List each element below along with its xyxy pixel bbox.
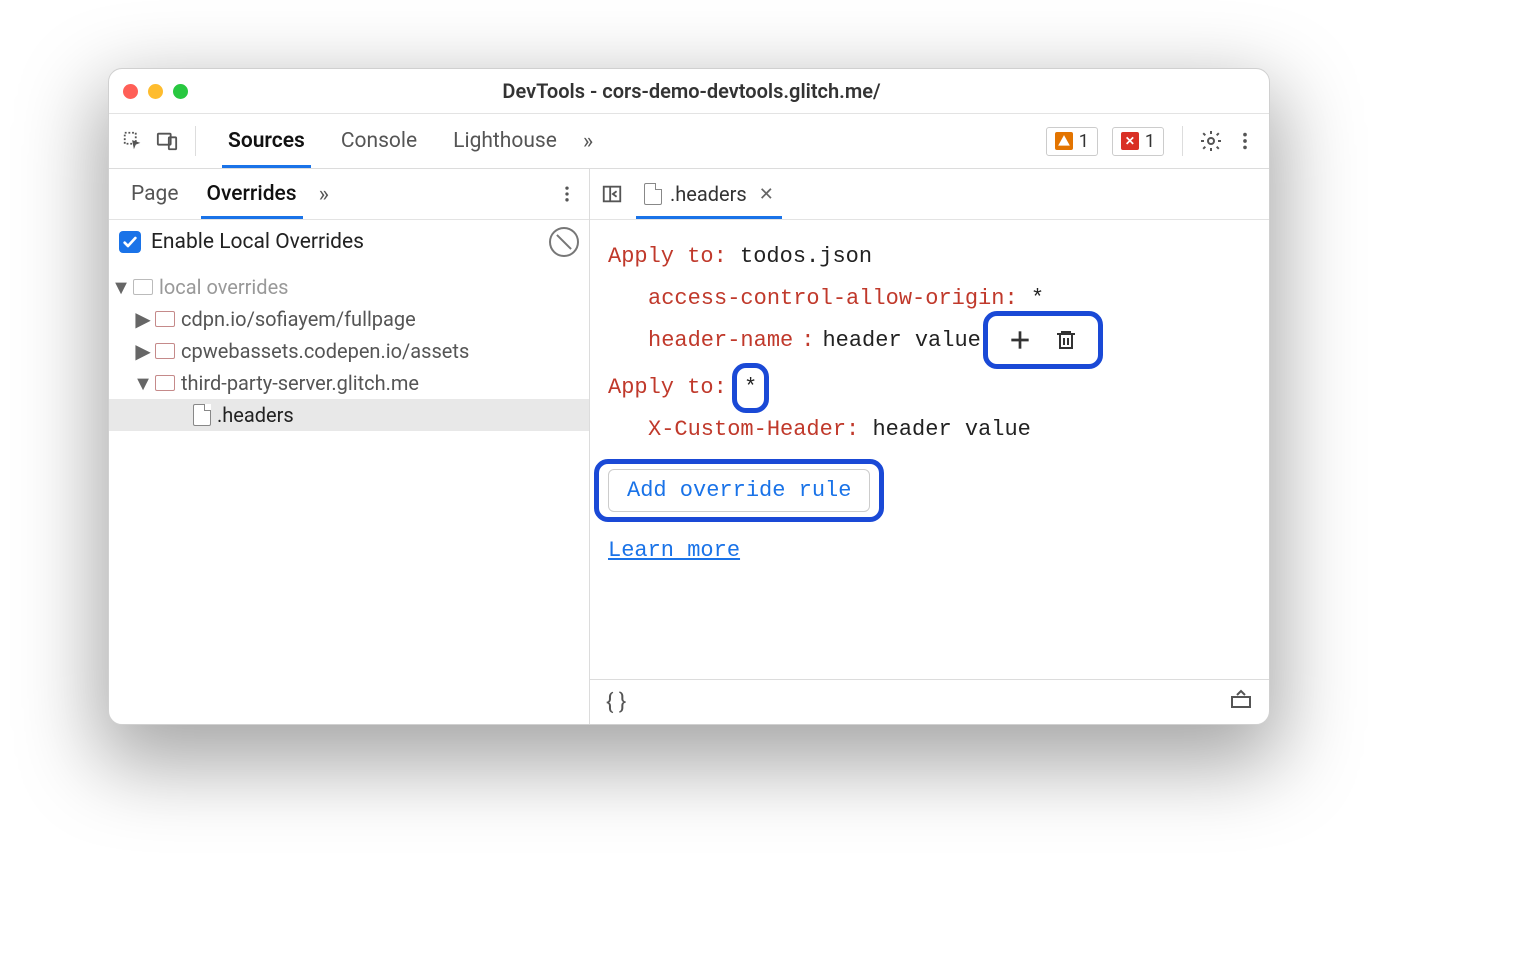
toggle-navigator-icon[interactable] [598, 180, 626, 208]
panel-tabs: Sources Console Lighthouse » [210, 114, 601, 168]
file-icon [193, 404, 211, 426]
errors-badge[interactable]: ✕ 1 [1112, 127, 1164, 156]
header-row: X-Custom-Header: header value [608, 409, 1251, 451]
enable-overrides-label: Enable Local Overrides [151, 230, 364, 254]
tree-root-label: local overrides [159, 275, 289, 299]
expand-icon: ▶ [137, 307, 149, 331]
close-window-button[interactable] [123, 84, 138, 99]
editor-tab-headers[interactable]: .headers ✕ [632, 169, 786, 219]
errors-count: 1 [1145, 131, 1155, 152]
header-row: access-control-allow-origin: * [608, 278, 1251, 320]
show-drawer-icon[interactable] [1229, 687, 1253, 717]
overrides-tree: ▼ local overrides ▶ cdpn.io/sofiayem/ful… [109, 265, 589, 724]
zoom-window-button[interactable] [173, 84, 188, 99]
inspect-element-icon[interactable] [119, 127, 147, 155]
tab-sources[interactable]: Sources [210, 114, 323, 168]
navigator-pane: Page Overrides » Enable Local Overrides [109, 169, 590, 724]
tab-lighthouse[interactable]: Lighthouse [435, 114, 575, 168]
editor-tabs: .headers ✕ [590, 169, 1269, 220]
header-value[interactable]: header value [872, 417, 1030, 442]
collapse-icon: ▼ [137, 371, 149, 396]
navigator-tab-page[interactable]: Page [117, 169, 193, 219]
window-title: DevTools - cors-demo-devtools.glitch.me/ [188, 79, 1195, 103]
override-rule: Apply to: * [608, 367, 1251, 409]
devtools-window: DevTools - cors-demo-devtools.glitch.me/… [108, 68, 1270, 725]
header-value[interactable]: header value [822, 320, 980, 362]
header-name[interactable]: access-control-allow-origin [648, 286, 1004, 311]
expand-icon: ▶ [137, 339, 149, 363]
titlebar: DevTools - cors-demo-devtools.glitch.me/ [109, 69, 1269, 114]
device-toolbar-icon[interactable] [153, 127, 181, 155]
tree-folder-label: third-party-server.glitch.me [181, 371, 419, 395]
navigator-tab-overrides[interactable]: Overrides [193, 169, 311, 219]
apply-to-label: Apply to [608, 375, 714, 400]
headers-editor: Apply to: todos.json access-control-allo… [590, 220, 1269, 679]
delete-header-icon[interactable] [1049, 323, 1083, 357]
folder-icon [155, 311, 175, 327]
folder-icon [155, 343, 175, 359]
warnings-count: 1 [1079, 131, 1089, 152]
add-header-icon[interactable] [1003, 323, 1037, 357]
navigator-more-icon[interactable]: » [311, 182, 337, 207]
tree-folder-label: cpwebassets.codepen.io/assets [181, 339, 469, 363]
header-row: header-name: header value [608, 320, 1251, 362]
main-toolbar: Sources Console Lighthouse » 1 ✕ 1 [109, 114, 1269, 169]
enable-overrides-row: Enable Local Overrides [109, 220, 589, 265]
override-rule: Apply to: todos.json [608, 236, 1251, 278]
separator [1182, 126, 1183, 156]
separator [195, 126, 196, 156]
learn-more-link[interactable]: Learn more [608, 538, 740, 563]
folder-icon [133, 279, 153, 295]
navigator-tabs: Page Overrides » [109, 169, 589, 220]
collapse-icon: ▼ [115, 275, 127, 300]
folder-icon [155, 375, 175, 391]
window-controls [123, 84, 188, 99]
split-view: Page Overrides » Enable Local Overrides [109, 169, 1269, 724]
apply-to-wildcard-highlight: * [740, 367, 761, 409]
tree-folder[interactable]: ▼ third-party-server.glitch.me [109, 367, 589, 399]
editor-tab-label: .headers [670, 182, 747, 206]
file-icon [644, 183, 662, 205]
tree-file-label: .headers [217, 403, 294, 427]
tree-folder[interactable]: ▶ cdpn.io/sofiayem/fullpage [109, 303, 589, 335]
tree-root[interactable]: ▼ local overrides [109, 271, 589, 303]
close-tab-icon[interactable]: ✕ [759, 184, 774, 205]
header-name[interactable]: X-Custom-Header [648, 417, 846, 442]
header-actions-highlight [997, 321, 1089, 359]
settings-icon[interactable] [1197, 127, 1225, 155]
minimize-window-button[interactable] [148, 84, 163, 99]
error-icon: ✕ [1121, 132, 1139, 150]
navigator-kebab-icon[interactable] [553, 180, 581, 208]
editor-pane: .headers ✕ Apply to: todos.json access-c… [590, 169, 1269, 724]
tree-folder-label: cdpn.io/sofiayem/fullpage [181, 307, 416, 331]
more-tabs-icon[interactable]: » [575, 129, 601, 154]
apply-to-value[interactable]: todos.json [740, 244, 872, 269]
apply-to-label: Apply to [608, 244, 714, 269]
warning-icon [1055, 132, 1073, 150]
warnings-badge[interactable]: 1 [1046, 127, 1098, 156]
header-value[interactable]: * [1031, 286, 1044, 311]
header-name[interactable]: header-name [648, 320, 793, 362]
tab-console[interactable]: Console [323, 114, 435, 168]
tree-folder[interactable]: ▶ cpwebassets.codepen.io/assets [109, 335, 589, 367]
pretty-print-icon[interactable]: { } [606, 690, 626, 715]
add-rule-highlight: Add override rule [608, 469, 870, 512]
kebab-menu-icon[interactable] [1231, 127, 1259, 155]
editor-statusbar: { } [590, 679, 1269, 724]
add-override-rule-button[interactable]: Add override rule [608, 469, 870, 512]
enable-overrides-checkbox[interactable] [119, 231, 141, 253]
clear-overrides-icon[interactable] [543, 221, 585, 263]
tree-file-headers[interactable]: .headers [109, 399, 589, 431]
apply-to-value[interactable]: * [744, 375, 757, 400]
